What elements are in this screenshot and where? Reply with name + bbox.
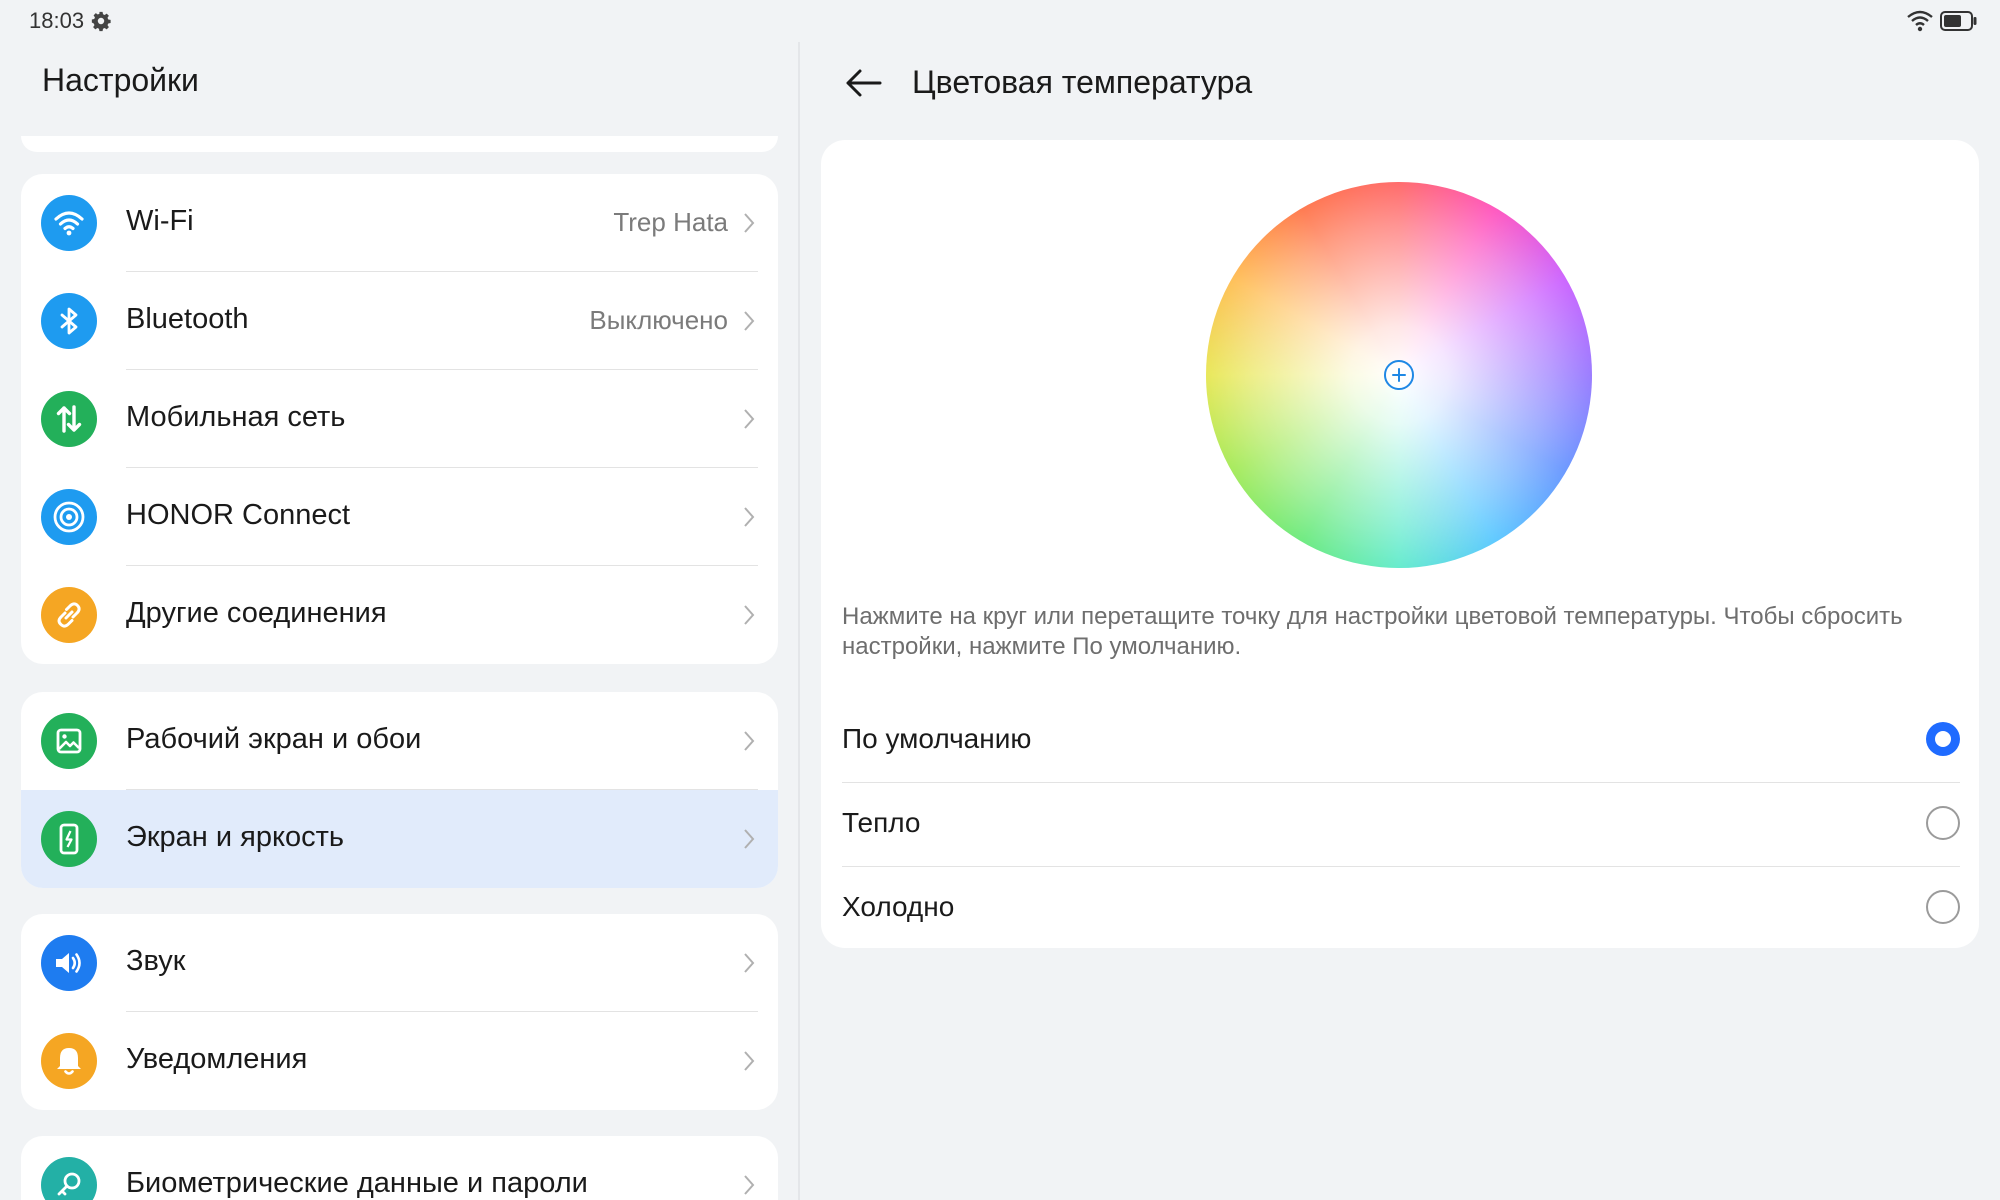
bluetooth-icon: [41, 293, 97, 349]
link-icon: [41, 587, 97, 643]
settings-item-value: Выключено: [589, 305, 728, 335]
chevron-right-icon: [744, 731, 755, 751]
settings-item-mobile-network[interactable]: Мобильная сеть: [21, 370, 778, 468]
connections-card: Wi-Fi Trep Hata Bluetooth Выключено Моби…: [21, 174, 778, 664]
pane-divider: [798, 42, 800, 1200]
settings-item-sound[interactable]: Звук: [21, 914, 778, 1012]
settings-item-honor-connect[interactable]: HONOR Connect: [21, 468, 778, 566]
radio-cold[interactable]: [1926, 890, 1960, 924]
settings-item-value: Trep Hata: [613, 207, 728, 237]
settings-item-biometrics[interactable]: Биометрические данные и пароли: [21, 1136, 778, 1200]
settings-item-label: Wi-Fi: [126, 205, 194, 237]
color-point-handle[interactable]: [1383, 359, 1415, 391]
honor-connect-icon: [41, 489, 97, 545]
settings-item-label: Уведомления: [126, 1043, 308, 1075]
status-bar: 18:03: [0, 0, 2000, 42]
security-card: Биометрические данные и пароли: [21, 1136, 778, 1200]
chevron-right-icon: [744, 409, 755, 429]
chevron-right-icon: [744, 829, 755, 849]
chevron-right-icon: [744, 311, 755, 331]
settings-item-bluetooth[interactable]: Bluetooth Выключено: [21, 272, 778, 370]
display-icon: [41, 811, 97, 867]
settings-item-other-connections[interactable]: Другие соединения: [21, 566, 778, 664]
wifi-icon: [41, 195, 97, 251]
radio-warm[interactable]: [1926, 806, 1960, 840]
settings-item-label: Рабочий экран и обои: [126, 723, 422, 755]
settings-item-label: Bluetooth: [126, 303, 249, 335]
mobile-data-icon: [41, 391, 97, 447]
notifications-icon: [41, 1033, 97, 1089]
chevron-right-icon: [744, 1051, 755, 1071]
settings-item-label: Биометрические данные и пароли: [126, 1167, 588, 1199]
color-wheel[interactable]: [1206, 182, 1592, 568]
settings-item-label: Другие соединения: [126, 597, 387, 629]
settings-item-label: Экран и яркость: [126, 821, 344, 853]
settings-item-label: Звук: [126, 945, 186, 977]
settings-item-home-screen[interactable]: Рабочий экран и обои: [21, 692, 778, 790]
display-card: Рабочий экран и обои Экран и яркость: [21, 692, 778, 888]
wallpaper-icon: [41, 713, 97, 769]
sound-icon: [41, 935, 97, 991]
settings-item-label: HONOR Connect: [126, 499, 351, 531]
color-temperature-card: Нажмите на круг или перетащите точку для…: [821, 140, 1979, 948]
chevron-right-icon: [744, 507, 755, 527]
status-time: 18:03: [29, 8, 85, 33]
battery-icon: [1940, 11, 1977, 31]
collapsed-card-edge: [21, 136, 778, 152]
hint-text: Нажмите на круг или перетащите точку для…: [842, 603, 1903, 660]
settings-list-pane: Настройки Wi-Fi Trep Hata Bluetooth Выкл…: [0, 42, 798, 1200]
detail-title: Цветовая температура: [912, 64, 1253, 100]
sound-notifications-card: Звук Уведомления: [21, 914, 778, 1110]
chevron-right-icon: [744, 213, 755, 233]
detail-header: Цветовая температура: [800, 42, 2000, 138]
settings-item-wifi[interactable]: Wi-Fi Trep Hata: [21, 174, 778, 272]
page-title: Настройки: [42, 62, 199, 98]
radio-default-checked[interactable]: [1926, 722, 1960, 756]
chevron-right-icon: [744, 1175, 755, 1195]
option-cold[interactable]: Холодно: [842, 867, 1960, 951]
option-warm[interactable]: Тепло: [842, 783, 1960, 867]
option-label: Холодно: [842, 891, 955, 922]
settings-item-label: Мобильная сеть: [126, 401, 346, 433]
wifi-icon: [1907, 10, 1933, 32]
gear-icon: [91, 11, 111, 32]
option-default[interactable]: По умолчанию: [842, 699, 1960, 783]
option-label: Тепло: [842, 807, 921, 838]
chevron-right-icon: [744, 953, 755, 973]
option-label: По умолчанию: [842, 723, 1032, 754]
chevron-right-icon: [744, 605, 755, 625]
key-icon: [41, 1157, 97, 1200]
back-arrow-icon[interactable]: [842, 62, 884, 104]
settings-item-display-brightness[interactable]: Экран и яркость: [21, 790, 778, 888]
settings-item-notifications[interactable]: Уведомления: [21, 1012, 778, 1110]
